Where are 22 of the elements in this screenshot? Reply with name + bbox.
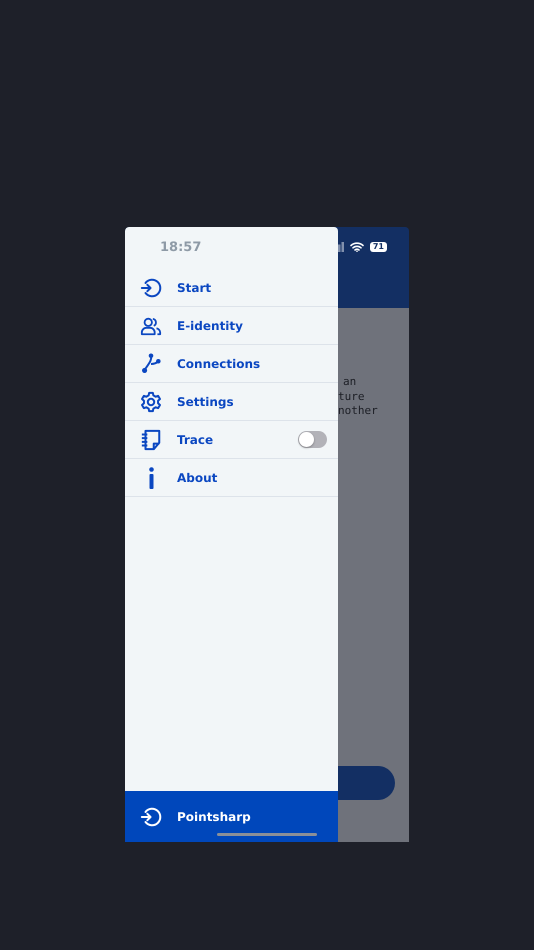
menu-item[interactable]: Start bbox=[125, 269, 338, 307]
menu-item[interactable]: E-identity bbox=[125, 307, 338, 345]
branch-icon bbox=[140, 352, 162, 374]
primary-button[interactable] bbox=[338, 766, 395, 800]
info-icon bbox=[148, 466, 154, 488]
sign-in-icon bbox=[140, 276, 162, 298]
menu-item[interactable]: Connections bbox=[125, 345, 338, 383]
body-text: nother bbox=[338, 404, 378, 418]
body-text: ture bbox=[338, 390, 366, 404]
notebook-icon bbox=[140, 428, 162, 450]
status-time: 18:57 bbox=[160, 240, 202, 255]
brand-name: Pointsharp bbox=[177, 810, 251, 824]
menu-item[interactable]: Trace bbox=[125, 421, 338, 459]
menu-item[interactable]: Settings bbox=[125, 383, 338, 421]
battery-indicator: 71 bbox=[370, 242, 387, 252]
signal-icon bbox=[338, 242, 344, 252]
body-text: an bbox=[342, 375, 358, 390]
wifi-icon bbox=[350, 242, 364, 252]
trace-toggle[interactable] bbox=[298, 431, 327, 448]
menu-item[interactable]: About bbox=[125, 459, 338, 497]
settings-icon bbox=[140, 390, 162, 412]
sign-in-icon bbox=[140, 806, 162, 828]
